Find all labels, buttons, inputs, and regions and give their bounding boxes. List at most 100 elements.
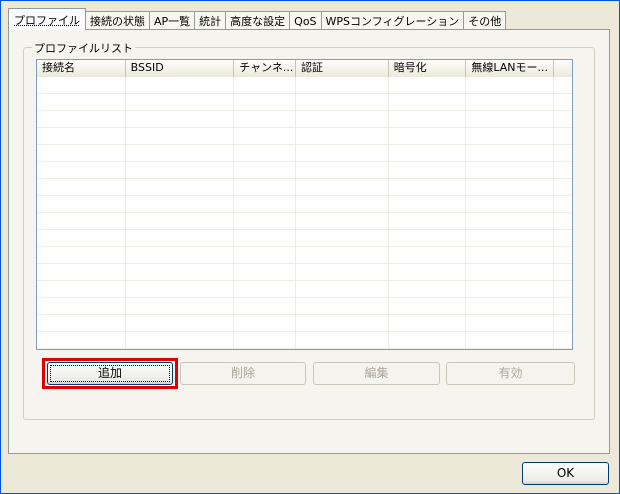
list-empty-cell: [554, 179, 572, 196]
list-empty-cell: [466, 145, 555, 162]
list-empty-cell: [554, 94, 572, 111]
list-empty-cell: [389, 196, 467, 213]
list-empty-cell: [126, 332, 235, 349]
list-empty-cell: [554, 145, 572, 162]
list-header: 接続名 BSSID チャンネ... 認証 暗号化 無線LANモー...: [37, 60, 572, 77]
list-empty-cell: [296, 77, 389, 94]
list-empty-cell: [389, 230, 467, 247]
list-empty-cell: [126, 111, 235, 128]
list-empty-cell: [234, 128, 297, 145]
list-empty-row: [37, 145, 572, 162]
list-empty-cell: [126, 264, 235, 281]
tab-ap-list[interactable]: AP一覧: [149, 11, 196, 30]
tab-other[interactable]: その他: [463, 11, 507, 30]
list-empty-row: [37, 315, 572, 332]
list-empty-row: [37, 230, 572, 247]
add-button[interactable]: 追加: [47, 362, 173, 385]
list-empty-cell: [554, 213, 572, 230]
list-empty-cell: [37, 213, 126, 230]
list-empty-row: [37, 247, 572, 264]
list-empty-cell: [466, 213, 555, 230]
list-empty-row: [37, 162, 572, 179]
column-header-connection-name[interactable]: 接続名: [37, 60, 126, 77]
list-empty-cell: [37, 179, 126, 196]
list-empty-cell: [296, 196, 389, 213]
list-empty-cell: [466, 162, 555, 179]
list-empty-cell: [296, 213, 389, 230]
list-empty-cell: [234, 213, 297, 230]
tab-profile[interactable]: プロファイル: [8, 8, 86, 30]
tab-qos[interactable]: QoS: [289, 11, 322, 30]
list-empty-cell: [37, 111, 126, 128]
enable-button[interactable]: 有効: [446, 362, 575, 385]
list-empty-row: [37, 128, 572, 145]
column-header-authentication[interactable]: 認証: [296, 60, 389, 77]
list-empty-cell: [389, 145, 467, 162]
list-empty-cell: [389, 162, 467, 179]
tab-wps-configuration[interactable]: WPSコンフィグレーション: [320, 11, 465, 30]
list-body: [37, 77, 572, 349]
list-empty-cell: [234, 77, 297, 94]
list-empty-cell: [37, 315, 126, 332]
list-empty-cell: [234, 298, 297, 315]
tab-statistics[interactable]: 統計: [194, 11, 227, 30]
list-empty-cell: [126, 247, 235, 264]
list-empty-cell: [389, 77, 467, 94]
list-empty-cell: [466, 247, 555, 264]
list-empty-cell: [234, 162, 297, 179]
list-empty-cell: [466, 230, 555, 247]
list-empty-cell: [389, 298, 467, 315]
list-empty-cell: [554, 298, 572, 315]
tab-label: プロファイル: [14, 13, 80, 27]
delete-button[interactable]: 削除: [180, 362, 306, 385]
list-empty-row: [37, 213, 572, 230]
list-empty-cell: [234, 247, 297, 264]
list-empty-cell: [296, 298, 389, 315]
list-empty-cell: [466, 179, 555, 196]
ok-button[interactable]: OK: [522, 462, 609, 485]
list-empty-cell: [234, 281, 297, 298]
list-empty-cell: [389, 247, 467, 264]
list-empty-cell: [466, 332, 555, 349]
list-empty-cell: [126, 179, 235, 196]
list-empty-row: [37, 179, 572, 196]
column-header-channel[interactable]: チャンネ...: [234, 60, 297, 77]
list-empty-cell: [296, 179, 389, 196]
list-empty-cell: [126, 128, 235, 145]
column-header-filler: [554, 60, 572, 77]
list-empty-cell: [126, 196, 235, 213]
column-header-bssid[interactable]: BSSID: [125, 60, 235, 77]
list-empty-row: [37, 264, 572, 281]
list-empty-cell: [296, 315, 389, 332]
list-empty-cell: [234, 111, 297, 128]
list-empty-cell: [234, 230, 297, 247]
list-empty-cell: [126, 213, 235, 230]
list-empty-cell: [554, 281, 572, 298]
tab-advanced-settings[interactable]: 高度な設定: [225, 11, 291, 30]
list-empty-cell: [554, 247, 572, 264]
tab-connection-status[interactable]: 接続の状態: [85, 11, 150, 30]
list-empty-cell: [37, 94, 126, 111]
list-empty-cell: [389, 111, 467, 128]
list-empty-cell: [126, 230, 235, 247]
enable-button-label: 有効: [498, 366, 523, 380]
list-empty-cell: [37, 145, 126, 162]
list-empty-cell: [389, 179, 467, 196]
list-empty-cell: [126, 162, 235, 179]
list-empty-cell: [554, 111, 572, 128]
column-header-encryption[interactable]: 暗号化: [388, 60, 467, 77]
edit-button[interactable]: 編集: [313, 362, 440, 385]
column-header-wireless-mode[interactable]: 無線LANモー...: [466, 60, 555, 77]
list-empty-cell: [389, 281, 467, 298]
list-empty-cell: [554, 315, 572, 332]
profile-list-view[interactable]: 接続名 BSSID チャンネ... 認証 暗号化 無線LANモー...: [36, 59, 573, 350]
list-empty-cell: [296, 264, 389, 281]
list-empty-cell: [234, 315, 297, 332]
list-empty-cell: [37, 298, 126, 315]
list-empty-cell: [466, 111, 555, 128]
list-empty-cell: [37, 281, 126, 298]
list-empty-row: [37, 77, 572, 94]
ok-button-label: OK: [556, 466, 575, 480]
list-empty-cell: [37, 230, 126, 247]
list-empty-cell: [389, 94, 467, 111]
